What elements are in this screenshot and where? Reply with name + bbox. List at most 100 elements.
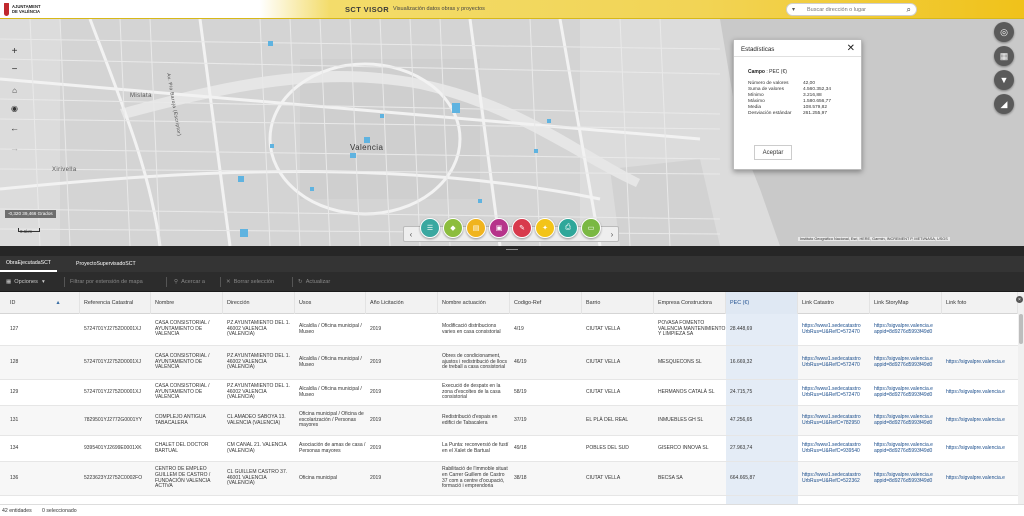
- column-header[interactable]: Dirección: [223, 292, 295, 314]
- tools-icon[interactable]: ✎: [512, 218, 532, 238]
- column-header[interactable]: Nombre: [151, 292, 223, 314]
- column-header[interactable]: ID ▲: [6, 292, 80, 314]
- list-icon[interactable]: ☰: [420, 218, 440, 238]
- table-row[interactable]: 127 5724701YJ2752D0001XJ CASA CONSISTORIAL…: [0, 314, 1018, 346]
- cell-usos: Oficina municipal: [299, 474, 338, 481]
- zoom-to-button[interactable]: ⚲ Acercar a: [174, 272, 205, 292]
- cell-foto[interactable]: https://sigvalpre.valencia.e: [942, 346, 1018, 379]
- cell-pec: 16.669,32: [726, 346, 798, 379]
- column-header[interactable]: Codigo-Ref: [510, 292, 582, 314]
- cell-cat[interactable]: https://www1.sedecatastro UrbRus=U&RefC=…: [798, 314, 870, 345]
- cell-story[interactable]: https://sigvalpre.valencia.e appid=8d927…: [870, 380, 942, 405]
- city-logo[interactable]: AJUNTAMENT DE VALÈNCIA: [4, 2, 44, 17]
- layers-icon[interactable]: ◆: [443, 218, 463, 238]
- chevron-right-icon[interactable]: ›: [607, 228, 617, 241]
- panel-splitter[interactable]: [0, 246, 1024, 256]
- cell-foto[interactable]: https://sigvalpre.valencia.e: [942, 462, 1018, 495]
- forward-arrow-icon[interactable]: →: [6, 141, 23, 155]
- column-header[interactable]: Link Catastro: [798, 292, 870, 314]
- tab-obra-ejecutada[interactable]: ObraEjecutadaSCT: [0, 256, 57, 272]
- scale-label: 0.6km: [20, 229, 33, 234]
- zoom-in-button[interactable]: +: [6, 44, 23, 58]
- locate-icon[interactable]: ◉: [6, 101, 23, 115]
- column-header[interactable]: Link foto: [942, 292, 1018, 314]
- column-header[interactable]: Empresa Constructora: [654, 292, 726, 314]
- map-view[interactable]: Mislata Xirivella Valencia Av. Pio Baroj…: [0, 19, 1024, 246]
- column-header[interactable]: Nombre actuación: [438, 292, 510, 314]
- table-row[interactable]: 136 5223623YJ2752C0002FO CENTRO DE EMPLEO …: [0, 462, 1018, 496]
- close-icon[interactable]: ✕: [847, 43, 855, 54]
- cell-barrio: CIUTAT VELLA: [586, 388, 621, 395]
- tab-proyecto-supervisado[interactable]: ProyectoSupervisadoSCT: [70, 256, 142, 272]
- back-arrow-icon[interactable]: ←: [6, 121, 23, 135]
- table-row[interactable]: 128 5724701YJ2752D0001XJ CASA CONSISTORIAL…: [0, 346, 1018, 380]
- cell-nombre: CASA CONSISTORIAL / AYUNTAMIENTO DE VALE…: [155, 320, 210, 338]
- divider: [292, 277, 293, 287]
- search-icon[interactable]: ⌕: [907, 5, 911, 15]
- grid-icon[interactable]: ▦: [994, 46, 1014, 66]
- cell-story[interactable]: https://sigvalpre.valencia.e appid=8d927…: [870, 462, 942, 495]
- column-header-selected[interactable]: PEC (€): [726, 292, 798, 314]
- home-icon[interactable]: ⌂: [6, 83, 23, 97]
- cell-story[interactable]: https://sigvalpre.valencia.e appid=8d927…: [870, 314, 942, 345]
- zoom-out-button[interactable]: −: [6, 62, 23, 76]
- column-header[interactable]: Usos: [295, 292, 366, 314]
- filter-icon[interactable]: ▼: [994, 70, 1014, 90]
- chevron-down-icon[interactable]: ▾: [792, 6, 795, 13]
- refresh-button[interactable]: ↻ Actualizar: [298, 272, 330, 292]
- map-label-valencia: Valencia: [350, 143, 384, 152]
- cell-story[interactable]: https://sigvalpre.valencia.e appid=8d927…: [870, 406, 942, 435]
- scroll-thumb[interactable]: [1019, 314, 1023, 344]
- options-menu[interactable]: ▦ Opciones ▾: [6, 272, 45, 292]
- column-header[interactable]: Año Licitación: [366, 292, 438, 314]
- cell-cat[interactable]: [798, 496, 870, 504]
- vertical-scrollbar[interactable]: [1018, 292, 1024, 504]
- cell-barrio: EL PLÀ DEL REAL: [586, 416, 629, 423]
- search-input[interactable]: [807, 6, 897, 14]
- table-row[interactable]: 131 7829501YJ2772G0001YY COMPLEJO ANTIGUA …: [0, 406, 1018, 436]
- cell-story[interactable]: [870, 496, 942, 504]
- table-row[interactable]: 134 9395401YJ2699E0001XK CHALET DEL DOCTOR…: [0, 436, 1018, 462]
- table-row[interactable]: 129 5724701YJ2752D0001XJ CASA CONSISTORIAL…: [0, 380, 1018, 406]
- cell-foto[interactable]: https://sigvalpre.valencia.e: [942, 436, 1018, 461]
- cell-foto[interactable]: https://sigvalpre.valencia.e: [942, 380, 1018, 405]
- cell-cat[interactable]: https://www1.sedecatastro UrbRus=U&RefC=…: [798, 436, 870, 461]
- table-icon[interactable]: ▤: [466, 218, 486, 238]
- cell-cat[interactable]: https://www1.sedecatastro UrbRus=U&RefC=…: [798, 406, 870, 435]
- cell-foto[interactable]: [942, 496, 1018, 504]
- sort-ascending-icon: ▲: [55, 300, 61, 306]
- cell-id: 134: [10, 444, 19, 451]
- table-row[interactable]: CENTRO CIVICO ENCL JOSEP DE Obres de demo…: [0, 496, 1018, 504]
- cell-story[interactable]: https://sigvalpre.valencia.e appid=8d927…: [870, 346, 942, 379]
- cell-foto[interactable]: [942, 314, 1018, 345]
- column-header[interactable]: Barrio: [582, 292, 654, 314]
- cell-act: Redistribució d'espais en edifici de Tab…: [442, 413, 498, 426]
- cell-emp: MESQUECONS SL: [658, 358, 702, 365]
- report-icon[interactable]: ▣: [489, 218, 509, 238]
- chevron-left-icon[interactable]: ‹: [406, 228, 416, 241]
- cell-cat[interactable]: https://www1.sedecatastro UrbRus=U&RefC=…: [798, 462, 870, 495]
- clear-selection-button[interactable]: ✕ Borrar selección: [226, 272, 274, 292]
- eye-off-icon[interactable]: ◎: [994, 22, 1014, 42]
- cell-id: 128: [10, 358, 19, 365]
- accept-button[interactable]: Aceptar: [754, 145, 792, 160]
- cell-cat[interactable]: https://www1.sedecatastro UrbRus=U&RefC=…: [798, 380, 870, 405]
- bulb-icon[interactable]: ✦: [535, 218, 555, 238]
- column-header[interactable]: Referencia Catastral: [80, 292, 151, 314]
- cell-emp: POVASA FOMENTO VALENCIA MANTENIMIENTO Y …: [658, 320, 726, 338]
- filter-by-extent-button[interactable]: Filtrar por extensión de mapa: [70, 272, 143, 292]
- chart-icon[interactable]: ◢: [994, 94, 1014, 114]
- close-panel-icon[interactable]: ×: [1016, 296, 1023, 303]
- refresh-icon: ↻: [298, 279, 303, 285]
- cell-dir: CL GUILLEM CASTRO 37. 46001 VALENCIA (VA…: [227, 469, 288, 487]
- cell-story[interactable]: https://sigvalpre.valencia.e appid=8d927…: [870, 436, 942, 461]
- cell-cat[interactable]: https://www1.sedecatastro UrbRus=U&RefC=…: [798, 346, 870, 379]
- cell-foto[interactable]: https://sigvalpre.valencia.e: [942, 406, 1018, 435]
- column-header[interactable]: Link StoryMap: [870, 292, 942, 314]
- save-icon[interactable]: ▭: [581, 218, 601, 238]
- cell-barrio: POBLES DEL SUD: [586, 444, 629, 451]
- cell-emp: LEVANTINA: [654, 496, 726, 504]
- drag-handle[interactable]: [506, 249, 518, 250]
- cell-nombre: CENTRO DE EMPLEO GUILLEM DE CASTRO / FUN…: [155, 466, 211, 490]
- print-icon[interactable]: ⎙: [558, 218, 578, 238]
